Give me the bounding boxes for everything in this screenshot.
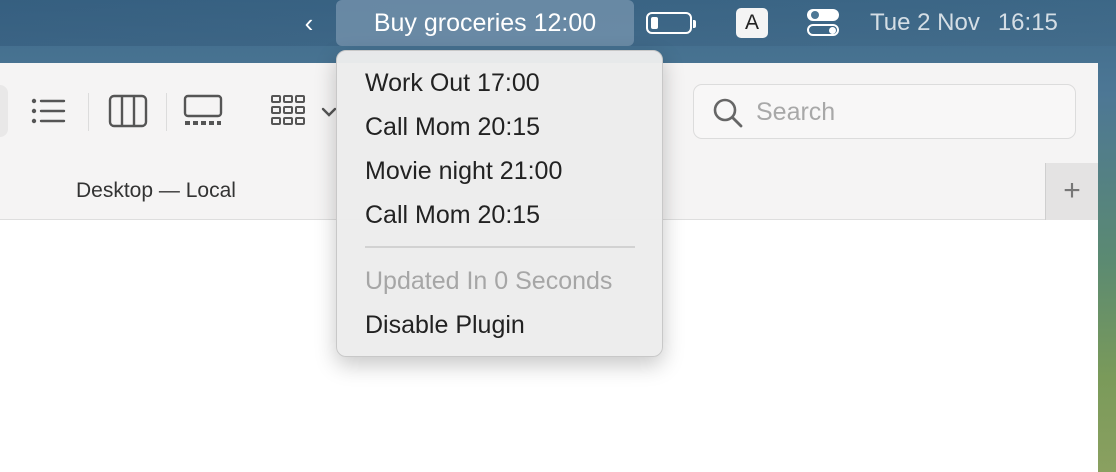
list-view-icon[interactable] — [28, 91, 68, 131]
menu-item-event[interactable]: Movie night 21:00 — [365, 157, 562, 186]
menu-item-disable-plugin[interactable]: Disable Plugin — [365, 311, 525, 340]
menu-item-event[interactable]: Work Out 17:00 — [365, 69, 540, 98]
chevron-left-icon[interactable]: ‹ — [299, 9, 319, 37]
control-center-icon[interactable] — [807, 9, 839, 37]
group-by-icon[interactable] — [269, 91, 341, 131]
toolbar-separator — [166, 93, 167, 131]
icon-view-button[interactable] — [0, 85, 8, 137]
menu-separator — [365, 246, 635, 248]
new-tab-button[interactable]: + — [1045, 163, 1098, 220]
search-placeholder: Search — [756, 98, 836, 126]
toolbar-separator — [88, 93, 89, 131]
menu-bar: ‹ Buy groceries 12:00 A Tue 2 Nov 16:15 — [0, 0, 1116, 46]
column-view-icon[interactable] — [107, 91, 149, 131]
menu-item-update-status: Updated In 0 Seconds — [365, 267, 613, 295]
search-field[interactable]: Search — [693, 84, 1076, 139]
input-source-indicator[interactable]: A — [736, 8, 768, 38]
gallery-view-icon[interactable] — [182, 91, 224, 131]
tab-desktop-local[interactable]: Desktop — Local — [76, 179, 236, 203]
search-icon — [713, 98, 743, 128]
clock-date: Tue 2 Nov — [870, 9, 980, 36]
menubar-clock[interactable]: Tue 2 Nov 16:15 — [870, 0, 1110, 46]
menu-item-event[interactable]: Call Mom 20:15 — [365, 201, 540, 230]
battery-icon[interactable] — [646, 12, 696, 34]
event-dropdown-menu: Work Out 17:00 Call Mom 20:15 Movie nigh… — [336, 50, 663, 357]
calendar-event-menu-extra[interactable]: Buy groceries 12:00 — [336, 0, 634, 46]
clock-time: 16:15 — [997, 9, 1058, 36]
menu-item-event[interactable]: Call Mom 20:15 — [365, 113, 540, 142]
